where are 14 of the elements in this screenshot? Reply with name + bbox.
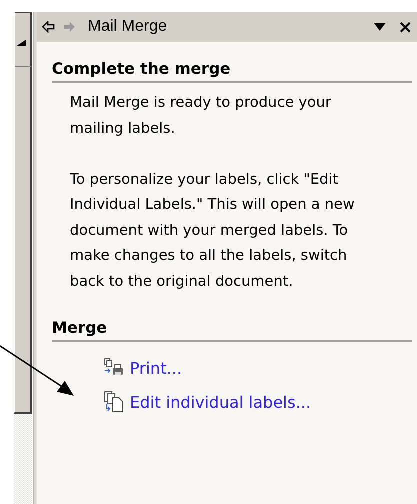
close-icon[interactable] — [400, 22, 411, 32]
paragraph: To personalize your labels, click "Edit Individual Labels." This will open a new document with your merged labels. To make changes to all the labels, switch back to the original document. — [70, 170, 356, 292]
print-merge-icon — [104, 358, 124, 378]
section-heading: Complete the merge — [52, 58, 412, 83]
documents-icon — [104, 391, 124, 413]
dropdown-icon[interactable] — [374, 23, 386, 31]
pane-title: Mail Merge — [88, 18, 168, 36]
edit-labels-link[interactable]: Edit individual labels... — [104, 391, 312, 413]
up-arrow-icon[interactable] — [17, 40, 26, 46]
scrollbar[interactable] — [14, 12, 32, 414]
paragraph: Mail Merge is ready to produce your mailing labels. — [70, 94, 332, 138]
section-heading: Merge — [52, 317, 412, 342]
back-arrow-icon[interactable] — [42, 21, 55, 33]
print-link[interactable]: Print... — [104, 358, 182, 378]
